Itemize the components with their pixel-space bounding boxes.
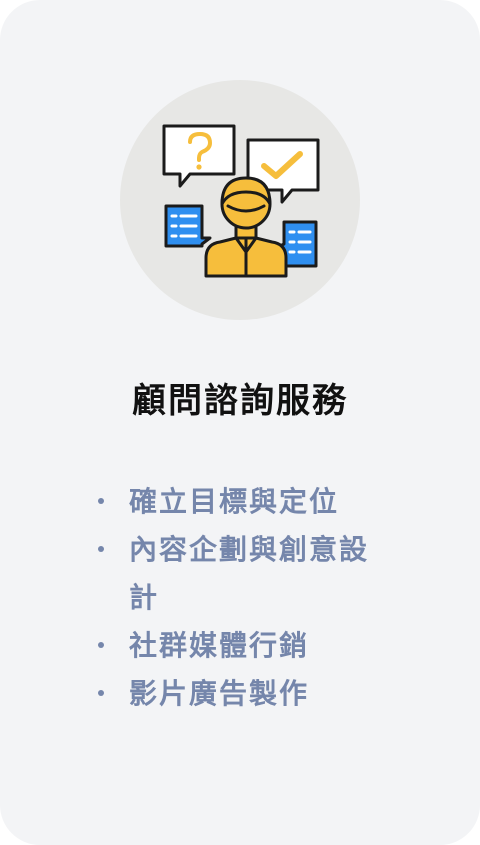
service-card: 顧問諮詢服務 確立目標與定位 內容企劃與創意設計 社群媒體行銷 影片廣告製作 [0, 0, 480, 845]
bullet-icon [98, 642, 104, 648]
bullet-icon [98, 498, 104, 504]
card-title: 顧問諮詢服務 [132, 381, 348, 421]
list-item: 影片廣告製作 [98, 670, 398, 718]
bullet-icon [98, 690, 104, 696]
bullet-icon [98, 546, 104, 552]
service-list: 確立目標與定位 內容企劃與創意設計 社群媒體行銷 影片廣告製作 [98, 478, 398, 718]
list-item: 內容企劃與創意設計 [98, 526, 398, 622]
list-item: 確立目標與定位 [98, 478, 398, 526]
list-item-label: 影片廣告製作 [129, 677, 310, 710]
list-item-label: 內容企劃與創意設計 [129, 533, 370, 614]
list-item: 社群媒體行銷 [98, 622, 398, 670]
list-item-label: 確立目標與定位 [129, 485, 340, 518]
list-item-label: 社群媒體行銷 [129, 629, 310, 662]
consulting-person-speech-bubbles-icon [162, 124, 320, 278]
icon-circle [120, 80, 360, 320]
